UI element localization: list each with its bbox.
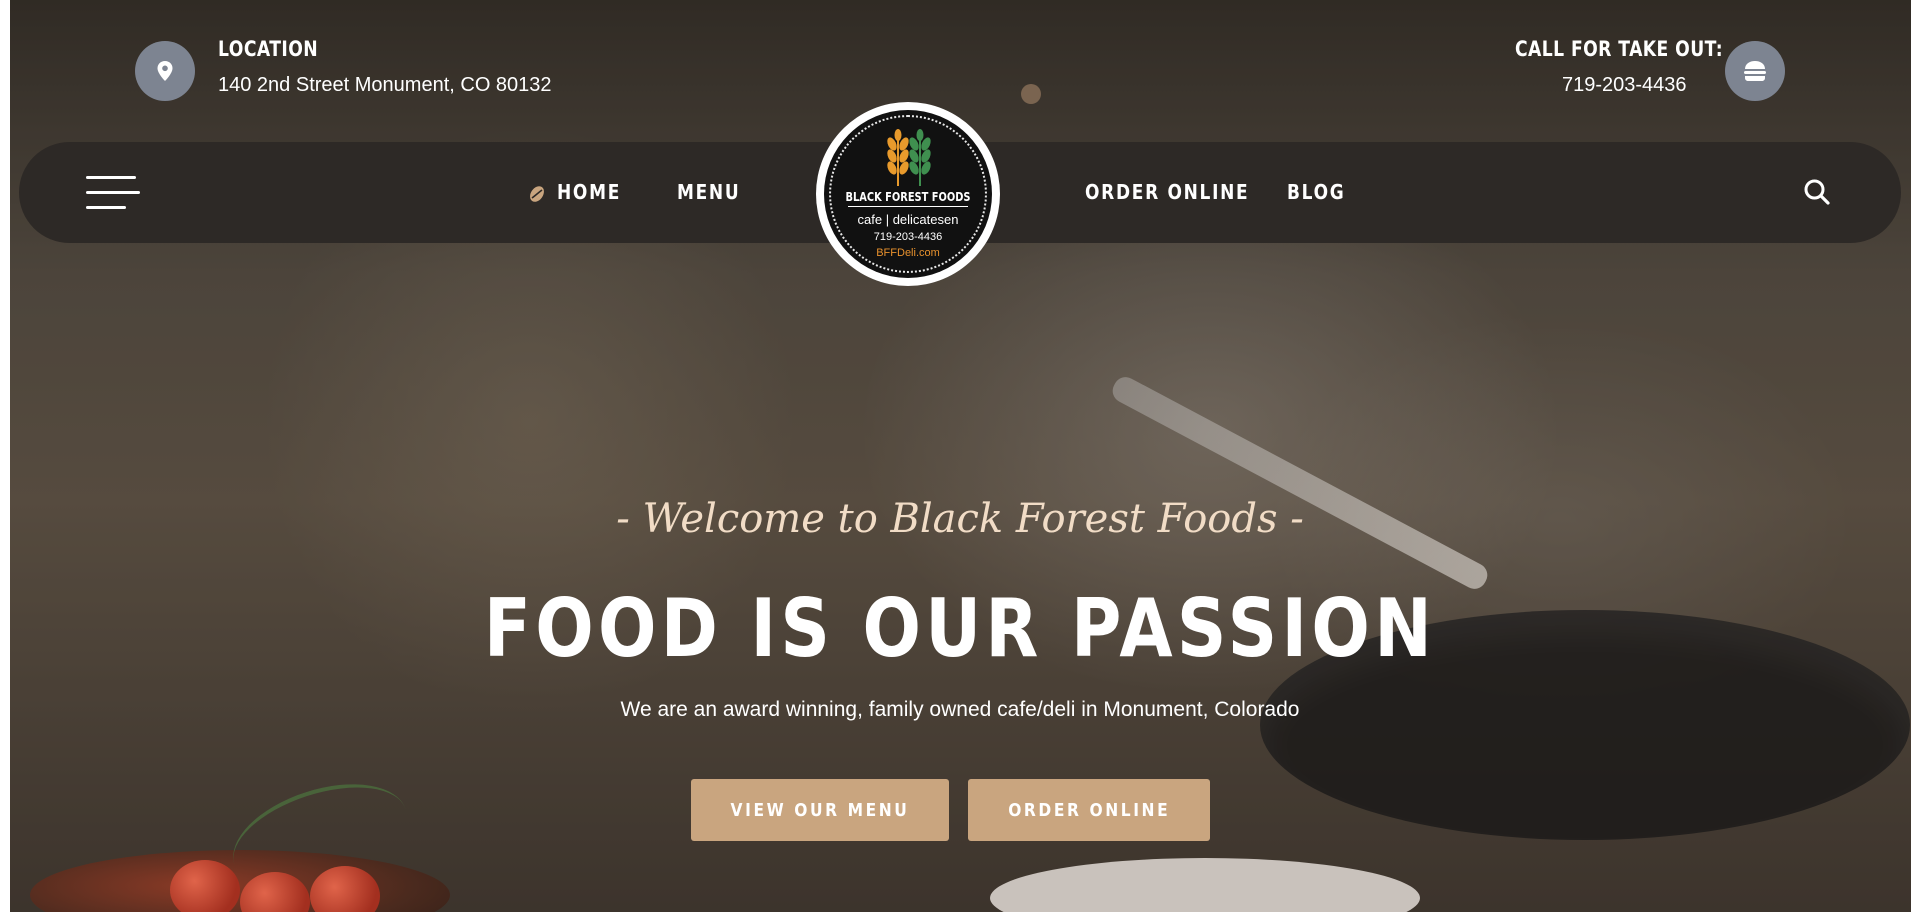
- hero-subline: We are an award winning, family owned ca…: [620, 698, 1300, 721]
- nav-menu[interactable]: MENU: [677, 180, 740, 204]
- logo-name: BLACK FOREST FOODS: [845, 190, 971, 204]
- nav-home[interactable]: HOME: [557, 180, 621, 204]
- logo-divider: [848, 206, 968, 207]
- view-menu-button[interactable]: VIEW OUR MENU: [691, 779, 949, 841]
- logo-badge: BLACK FOREST FOODS cafe | delicatesen 71…: [824, 110, 992, 278]
- hamburger-menu-icon[interactable]: [86, 176, 140, 210]
- search-icon[interactable]: [1803, 178, 1831, 211]
- site-logo[interactable]: BLACK FOREST FOODS cafe | delicatesen 71…: [816, 102, 1000, 286]
- burger-icon: [1725, 41, 1785, 101]
- logo-website: BFFDeli.com: [876, 247, 940, 259]
- takeout-label: CALL FOR TAKE OUT:: [1515, 37, 1724, 61]
- nav-blog[interactable]: BLOG: [1287, 180, 1345, 204]
- decorative-dot: [1021, 84, 1041, 104]
- view-menu-button-label: VIEW OUR MENU: [730, 799, 910, 821]
- wheat-icon: [887, 129, 931, 186]
- tomato-image: [170, 860, 240, 912]
- takeout-phone[interactable]: 719-203-4436: [1562, 74, 1687, 97]
- location-address: 140 2nd Street Monument, CO 80132: [218, 74, 552, 96]
- map-pin-icon: [135, 41, 195, 101]
- nav-order-online[interactable]: ORDER ONLINE: [1085, 180, 1249, 204]
- order-online-button-label: ORDER ONLINE: [1007, 799, 1171, 821]
- welcome-tagline: - Welcome to Black Forest Foods -: [616, 496, 1304, 542]
- location-label: LOCATION: [218, 37, 319, 61]
- order-online-button[interactable]: ORDER ONLINE: [968, 779, 1210, 841]
- logo-phone: 719-203-4436: [873, 231, 943, 243]
- hero-headline: FOOD IS OUR PASSION: [483, 582, 1437, 675]
- logo-tagline: cafe | delicatesen: [857, 212, 959, 227]
- coffee-bean-icon: [528, 185, 546, 208]
